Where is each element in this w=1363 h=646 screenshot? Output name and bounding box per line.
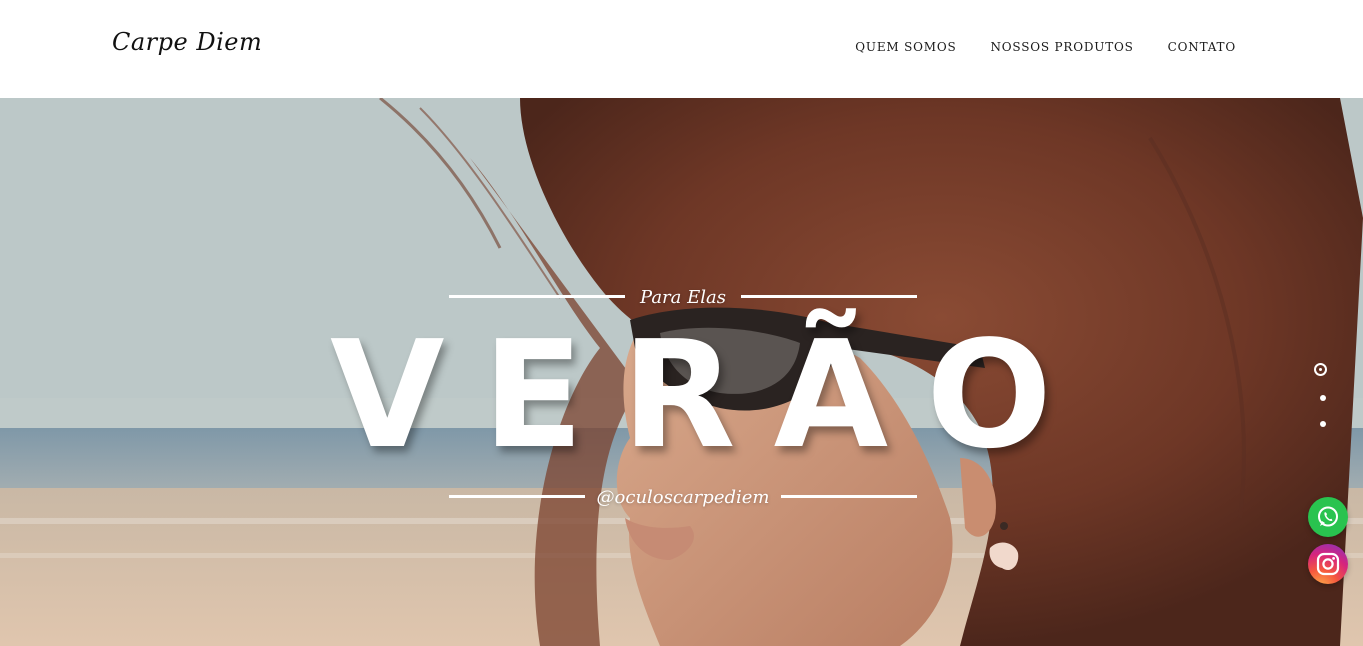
nav-quem-somos[interactable]: QUEM SOMOS [855,38,956,58]
instagram-button[interactable] [1308,544,1348,584]
hero-headline: VERÃO [330,309,1090,481]
instagram-icon [1316,552,1340,576]
nav-contato[interactable]: CONTATO [1168,38,1236,58]
site-header: Carpe Diem QUEM SOMOS NOSSOS PRODUTOS CO… [0,0,1363,98]
tagline-rule-left [449,295,625,298]
handle-rule-left [449,495,585,498]
whatsapp-button[interactable] [1308,497,1348,537]
main-nav: QUEM SOMOS NOSSOS PRODUTOS CONTATO [855,38,1236,58]
hero-handle[interactable]: @oculoscarpediem [584,486,782,510]
logo-text[interactable]: Carpe Diem [112,22,262,70]
slider-dot-3[interactable] [1320,421,1326,427]
hero-tagline: Para Elas [640,287,726,308]
slider-dot-1[interactable] [1314,363,1327,376]
nav-nossos-produtos[interactable]: NOSSOS PRODUTOS [990,38,1133,58]
whatsapp-icon [1318,506,1338,527]
slider-dot-2[interactable] [1320,395,1326,401]
hero-banner: Para Elas VERÃO @oculoscarpediem [0,98,1363,646]
handle-rule-right [781,495,917,498]
tagline-rule-right [741,295,917,298]
logo[interactable]: Carpe Diem [112,22,262,70]
